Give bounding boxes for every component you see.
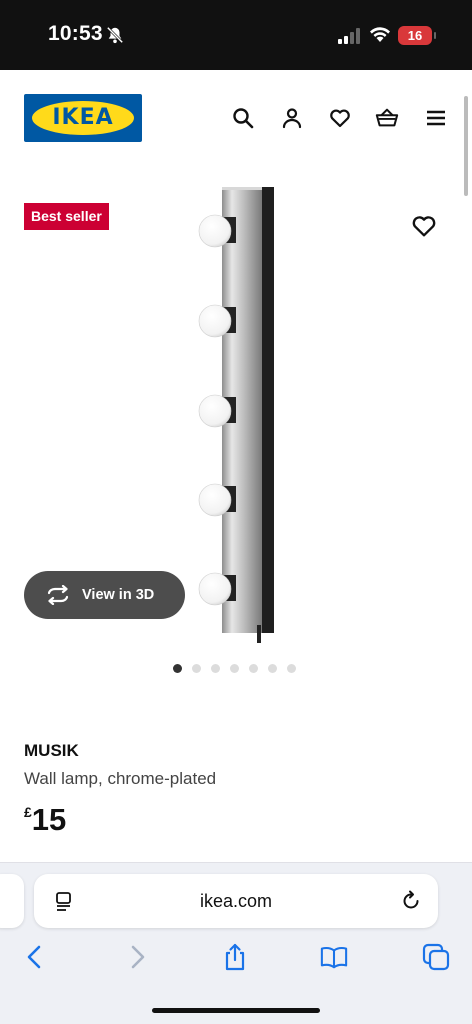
basket-icon[interactable]: [375, 106, 399, 130]
product-price: £15: [24, 802, 66, 838]
page-scrollbar[interactable]: [464, 96, 468, 196]
search-icon[interactable]: [231, 106, 255, 130]
url-text: ikea.com: [199, 891, 273, 911]
carousel-dot-2[interactable]: [192, 664, 201, 673]
ikea-logo[interactable]: IKEA: [24, 94, 142, 142]
bulb-2: [198, 304, 236, 338]
price-value: 15: [31, 802, 67, 837]
forward-icon[interactable]: [123, 943, 151, 971]
product-name: MUSIK: [24, 741, 79, 760]
reload-icon[interactable]: [400, 890, 422, 912]
wifi-icon: [370, 27, 390, 42]
best-seller-badge: Best seller: [24, 203, 109, 230]
account-icon[interactable]: [280, 106, 304, 130]
bulb-4: [198, 483, 236, 517]
bell-slash-icon: [106, 26, 124, 44]
carousel-dot-6[interactable]: [268, 664, 277, 673]
status-bar: 10:53 16: [0, 0, 472, 70]
tabs-icon[interactable]: [422, 943, 450, 971]
add-to-favourites-heart-icon[interactable]: [410, 212, 438, 240]
logo-text: IKEA: [52, 105, 114, 130]
view-in-3d-label: View in 3D: [82, 587, 155, 603]
carousel-dot-7[interactable]: [287, 664, 296, 673]
signal-icon: [338, 28, 360, 44]
carousel-dot-4[interactable]: [230, 664, 239, 673]
price-currency: £: [24, 804, 32, 820]
menu-icon[interactable]: [424, 106, 448, 130]
view-in-3d-button[interactable]: View in 3D: [24, 571, 185, 619]
back-icon[interactable]: [21, 943, 49, 971]
carousel-dot-1[interactable]: [173, 664, 182, 673]
bookmarks-icon[interactable]: [320, 943, 348, 971]
share-icon[interactable]: [221, 943, 249, 971]
previous-tab-preview[interactable]: [0, 874, 24, 928]
image-carousel-dots[interactable]: [173, 664, 296, 674]
heart-icon[interactable]: [328, 106, 352, 130]
battery-icon: 16: [398, 26, 436, 45]
address-bar[interactable]: ikea.com: [34, 874, 438, 928]
carousel-dot-5[interactable]: [249, 664, 258, 673]
bulb-1: [198, 214, 236, 248]
bulb-3: [198, 394, 236, 428]
bulb-5: [198, 572, 236, 606]
carousel-dot-3[interactable]: [211, 664, 220, 673]
site-header: IKEA: [0, 70, 472, 170]
rotate-3d-icon: [47, 585, 69, 605]
product-description: Wall lamp, chrome-plated: [24, 769, 217, 788]
product-image[interactable]: [190, 185, 290, 645]
home-indicator[interactable]: [152, 1008, 320, 1013]
browser-toolbar: ikea.com: [0, 862, 472, 1024]
status-time: 10:53: [48, 22, 103, 45]
